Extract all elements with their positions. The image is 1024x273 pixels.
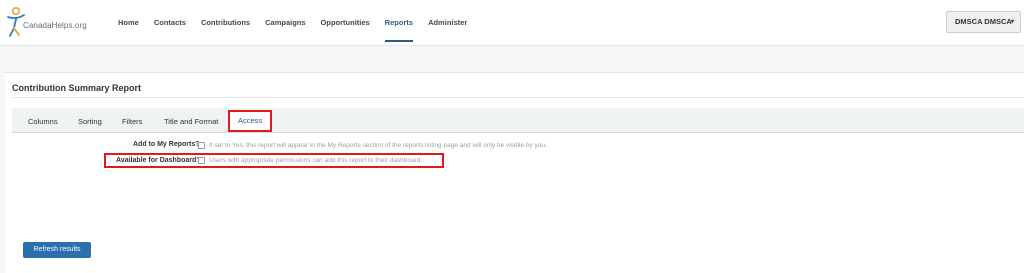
- add-to-my-reports-label: Add to My Reports?: [133, 141, 200, 148]
- add-to-my-reports-help: If set to Yes, this report will appear i…: [209, 142, 547, 149]
- chevron-down-icon: ▾: [1010, 19, 1014, 25]
- dashboard-highlight-box: [104, 153, 444, 168]
- tab-columns[interactable]: Columns: [28, 108, 58, 133]
- tab-sorting[interactable]: Sorting: [78, 108, 102, 133]
- top-navbar: CanadaHelps.org Home Contacts Contributi…: [0, 0, 1024, 46]
- nav-home[interactable]: Home: [118, 0, 139, 46]
- nav-reports[interactable]: Reports: [384, 0, 414, 46]
- nav-contacts[interactable]: Contacts: [154, 0, 186, 46]
- logo-text: CanadaHelps.org: [23, 21, 87, 30]
- add-to-my-reports-checkbox[interactable]: [198, 142, 205, 149]
- nav-administer[interactable]: Administer: [428, 0, 467, 46]
- nav-opportunities[interactable]: Opportunities: [321, 0, 370, 46]
- main-nav: Home Contacts Contributions Campaigns Op…: [118, 0, 482, 46]
- page-title: Contribution Summary Report: [12, 83, 142, 93]
- title-divider: [12, 97, 1024, 98]
- tab-title-and-format[interactable]: Title and Format: [164, 108, 218, 133]
- user-menu-label: DMSCA DMSCA: [955, 17, 1012, 26]
- refresh-results-button[interactable]: Refresh results: [23, 242, 91, 258]
- nav-campaigns[interactable]: Campaigns: [265, 0, 305, 46]
- nav-contributions[interactable]: Contributions: [201, 0, 250, 46]
- tab-access[interactable]: Access: [228, 110, 273, 132]
- report-tabs: Columns Sorting Filters Title and Format…: [12, 108, 1024, 133]
- canadahelps-logo[interactable]: CanadaHelps.org: [6, 6, 96, 40]
- user-menu-button[interactable]: DMSCA DMSCA ▾: [946, 11, 1021, 33]
- tab-filters[interactable]: Filters: [122, 108, 142, 133]
- report-panel: [5, 72, 1024, 273]
